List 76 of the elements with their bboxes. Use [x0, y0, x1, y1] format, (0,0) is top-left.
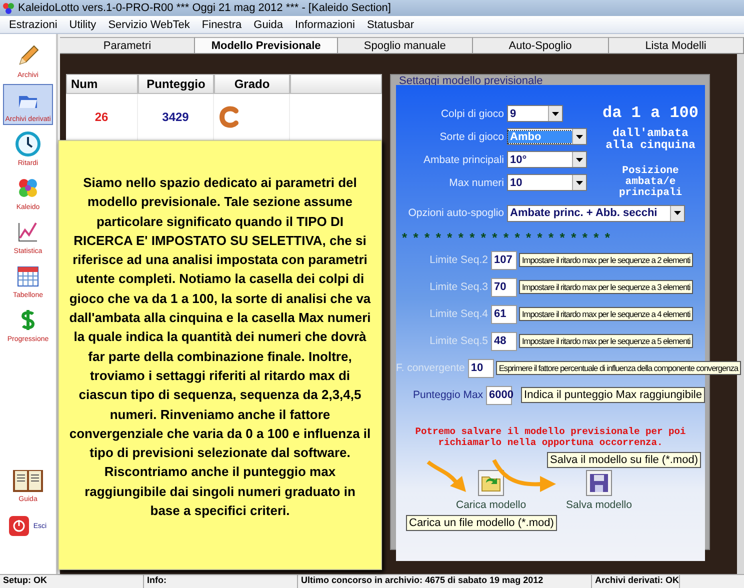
status-text: Ultimo concorso in archivio: 4675 di sabato 19 mag 2012: [298, 575, 592, 588]
caret-icon: [674, 211, 681, 216]
clock-icon: [15, 131, 41, 157]
hint-text: Posizione ambata/e principali: [618, 166, 683, 199]
number-field[interactable]: 70: [491, 278, 517, 297]
number-field[interactable]: 48: [491, 332, 517, 351]
tooltip: Impostare il ritardo max per le sequenze a 4 elementi: [519, 307, 694, 322]
status-text: Setup: OK: [0, 575, 144, 588]
tooltip: Carica un file modello (*.mod): [406, 515, 557, 532]
menu-item[interactable]: Informazioni: [289, 18, 361, 30]
column-header[interactable]: Num: [66, 74, 138, 94]
dropdown-value: 10°: [509, 154, 528, 166]
dropdown-value: Ambo: [508, 130, 572, 142]
tab[interactable]: Modello Previsionale: [195, 37, 338, 53]
field-label: Punteggio Max: [412, 389, 484, 402]
menu-item[interactable]: Servizio WebTek: [102, 18, 196, 30]
number-field[interactable]: 10: [468, 358, 494, 378]
star-separator: * * * * * * * * * * * * * * * * * * *: [401, 228, 612, 245]
dropdown-value: Ambate princ. + Abb. secchi: [509, 207, 658, 220]
tooltip: Indica il punteggio Max raggiungibile: [521, 387, 705, 404]
power-icon: [9, 516, 30, 536]
tooltip: Impostare il ritardo max per le sequenze a 3 elementi: [519, 280, 694, 294]
caret-icon: [576, 180, 583, 184]
menu-item[interactable]: Utility: [63, 18, 102, 30]
status-text: Archivi derivati: OK: [592, 575, 680, 588]
number-field[interactable]: 6000: [486, 386, 512, 405]
column-header[interactable]: Grado: [214, 74, 290, 94]
hint-text: dall'ambata alla cinquina: [604, 128, 696, 152]
caret-icon: [552, 112, 559, 116]
field-label: Limite Seq.4: [428, 308, 488, 320]
dropdown[interactable]: 10: [507, 174, 587, 191]
tooltip: Esprimere il fattore percentuale di influenza della componente convergenza: [496, 361, 741, 376]
caret-icon: [576, 158, 583, 162]
tab[interactable]: Lista Modelli: [608, 37, 744, 53]
flower-icon: [16, 176, 40, 200]
book-icon: [12, 468, 44, 494]
app-logo-icon: [3, 2, 14, 14]
status-text: Info:: [144, 575, 298, 588]
caret-icon: [576, 134, 583, 138]
field-label: Sorte di gioco: [438, 130, 504, 142]
menu-item[interactable]: Finestra: [196, 18, 248, 30]
field-label: Limite Seq.5: [428, 335, 488, 348]
number-field[interactable]: 107: [491, 250, 517, 270]
tab[interactable]: Auto-Spoglio: [473, 37, 609, 53]
menu-item[interactable]: Estrazioni: [3, 18, 64, 30]
number-field[interactable]: 61: [491, 304, 517, 324]
tooltip: Impostare il ritardo max per le sequenze a 2 elementi: [519, 253, 694, 268]
dropdown-value: 10: [509, 176, 524, 188]
save-model-button[interactable]: Salva modello: [566, 470, 632, 512]
window-title-text: KaleidoLotto vers.1-0-PRO-R00 *** Oggi 21 mag 2012 *** - [Kaleido Section]: [18, 2, 391, 14]
field-label: Limite Seq.3: [428, 281, 488, 294]
field-label: Limite Seq.2: [428, 254, 488, 266]
dropdown[interactable]: 10°: [507, 151, 587, 168]
grade-icon: [218, 106, 240, 128]
dropdown-value: 9: [509, 108, 518, 120]
field-label: F. convergente: [396, 362, 465, 374]
tab[interactable]: Spoglio manuale: [338, 37, 474, 53]
menu-item[interactable]: Statusbar: [360, 18, 420, 30]
field-label: Max numeri: [448, 176, 504, 188]
save-note: Potremo salvare il modello previsionale per poi richiamarlo nella opportuna occorrenza.: [414, 424, 687, 448]
column-header[interactable]: Punteggio: [138, 74, 214, 94]
field-label: Ambate principali: [422, 154, 504, 166]
hint-text: da 1 a 100: [602, 105, 698, 122]
pencil-icon: [16, 44, 40, 68]
line-chart-icon: [16, 220, 40, 244]
note-text: Siamo nello spazio dedicato ai parametri del modello previsionale. Tale sezione assume particolare significato quando il TIPO DI RICERCA E' IMPOSTATO SU SELETTIVA, che si riferisce ad una analisi impostata con parametri utente completi. Notiamo la casella dei colpi di gioco che va da 1 a 100, la sorte di analisi che va dall'ambata alla cinquina e la casella Max numeri la quale indica la quantità dei numeri che dovrà far parte della combinazione finale. Inoltre, troviamo i settaggi riferiti al ritardo max di ciascun tipo di sequenza, sequenza da 2,3,4,5 numeri. Rinveniamo anche il fattore convergenziale che varia da 0 a 100 e influenza il tipo di previsioni selezionate dal software. Riscontriamo anche il punteggio max raggiungibile dai singoli numeri graduato in base a specifici criteri.: [58, 140, 382, 570]
tab[interactable]: Parametri: [60, 37, 196, 53]
dropdown[interactable]: 9: [507, 105, 563, 122]
tooltip: Salva il modello su file (*.mod): [547, 452, 701, 468]
calendar-icon: [16, 264, 40, 288]
dropdown[interactable]: Ambate princ. + Abb. secchi: [507, 204, 685, 222]
field-label: Opzioni auto-spoglio: [407, 207, 504, 220]
menu-item[interactable]: Guida: [248, 18, 290, 30]
folder-icon: [481, 474, 502, 492]
tooltip: Impostare il ritardo max per le sequenze a 5 elementi: [519, 334, 694, 348]
field-label: Colpi di gioco: [440, 108, 504, 120]
